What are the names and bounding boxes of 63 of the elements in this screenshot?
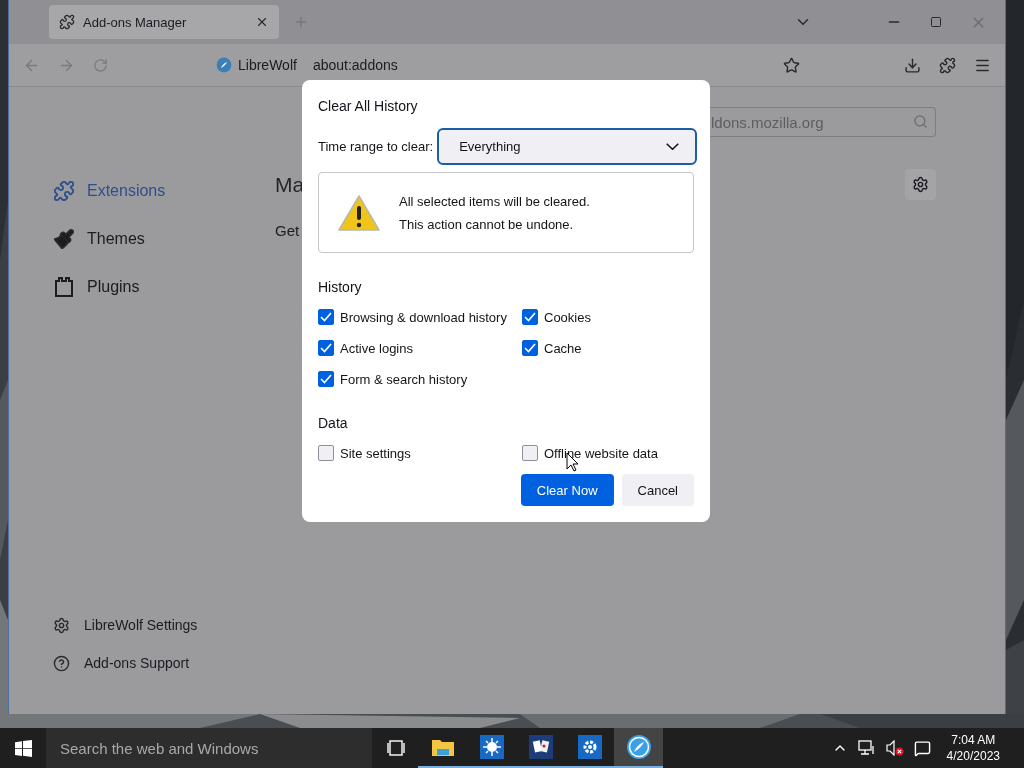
sidebar-label: Themes bbox=[87, 230, 145, 248]
warning-text: All selected items will be cleared. bbox=[399, 193, 590, 209]
section-heading: History bbox=[318, 279, 363, 295]
checkbox[interactable] bbox=[318, 445, 334, 461]
paintbrush-icon bbox=[53, 228, 75, 250]
url-text[interactable]: about:addons bbox=[312, 57, 775, 73]
clear-now-button[interactable]: Clear Now bbox=[520, 474, 614, 506]
puzzle-icon bbox=[59, 14, 75, 30]
puzzle-icon bbox=[53, 180, 75, 202]
dialog-title: Clear All History bbox=[318, 98, 419, 114]
checkbox[interactable] bbox=[318, 371, 334, 387]
checkbox-label: Cookies bbox=[544, 309, 591, 325]
section-heading: Data bbox=[318, 415, 349, 431]
checkbox-label: Form & search history bbox=[340, 371, 468, 387]
help-icon bbox=[53, 654, 70, 672]
notification-icon[interactable] bbox=[913, 739, 931, 757]
sidebar-label: Plugins bbox=[87, 278, 140, 296]
footer-link[interactable]: LibreWolf Settings bbox=[84, 617, 198, 633]
taskbar-app[interactable] bbox=[614, 728, 663, 768]
checkbox-label: Cache bbox=[544, 340, 582, 356]
search-field[interactable]: ldons.mozilla.org bbox=[709, 107, 936, 137]
warning-icon bbox=[337, 193, 381, 232]
puzzle-icon[interactable] bbox=[939, 56, 956, 74]
checkbox-label: Offline website data bbox=[544, 445, 658, 461]
page-text: Get bbox=[275, 222, 300, 239]
footer-link[interactable]: Add-ons Support bbox=[84, 655, 190, 671]
field-label: Time range to clear: bbox=[318, 139, 434, 154]
settings-button[interactable] bbox=[905, 169, 936, 200]
cancel-button[interactable]: Cancel bbox=[621, 474, 694, 506]
taskbar-search-field[interactable]: Search the web and Windows bbox=[46, 728, 372, 768]
sidebar-item[interactable]: Plugins bbox=[53, 263, 275, 311]
checkbox[interactable] bbox=[318, 340, 334, 356]
checkbox[interactable] bbox=[522, 340, 538, 356]
close-icon[interactable] bbox=[255, 15, 269, 29]
download-icon[interactable] bbox=[904, 56, 921, 74]
search-icon bbox=[913, 114, 928, 129]
muted-speaker-icon[interactable] bbox=[885, 740, 904, 756]
network-icon[interactable] bbox=[857, 740, 876, 756]
chevron-down-icon bbox=[666, 143, 679, 150]
windows-logo-icon bbox=[14, 739, 32, 757]
task-view-icon bbox=[387, 740, 405, 756]
browser-tab[interactable]: Add-ons Manager bbox=[49, 5, 279, 39]
checkbox[interactable] bbox=[522, 445, 538, 461]
settings-icon bbox=[912, 176, 929, 193]
taskbar-clock[interactable]: 7:04 AM 4/20/2023 bbox=[946, 732, 1014, 764]
plugin-icon bbox=[53, 277, 75, 297]
maximize-icon[interactable] bbox=[930, 16, 942, 28]
checkbox[interactable] bbox=[522, 309, 538, 325]
browser-name: LibreWolf bbox=[238, 57, 297, 73]
checkbox-label: Browsing & download history bbox=[340, 309, 507, 325]
warning-text: This action cannot be undone. bbox=[399, 216, 575, 232]
star-icon[interactable] bbox=[783, 56, 800, 74]
settings-icon bbox=[577, 735, 602, 759]
time-range-dropdown[interactable]: Everything bbox=[437, 128, 697, 165]
checkbox-label: Site settings bbox=[340, 445, 411, 461]
settings-icon bbox=[53, 616, 70, 634]
cards-icon bbox=[528, 735, 553, 759]
sidebar-item[interactable]: Themes bbox=[53, 215, 275, 263]
folder-icon bbox=[430, 737, 455, 757]
checkbox[interactable] bbox=[318, 309, 334, 325]
checkbox-label: Active logins bbox=[340, 340, 413, 356]
sidebar-label: Extensions bbox=[87, 182, 166, 200]
sun-icon bbox=[479, 735, 504, 759]
